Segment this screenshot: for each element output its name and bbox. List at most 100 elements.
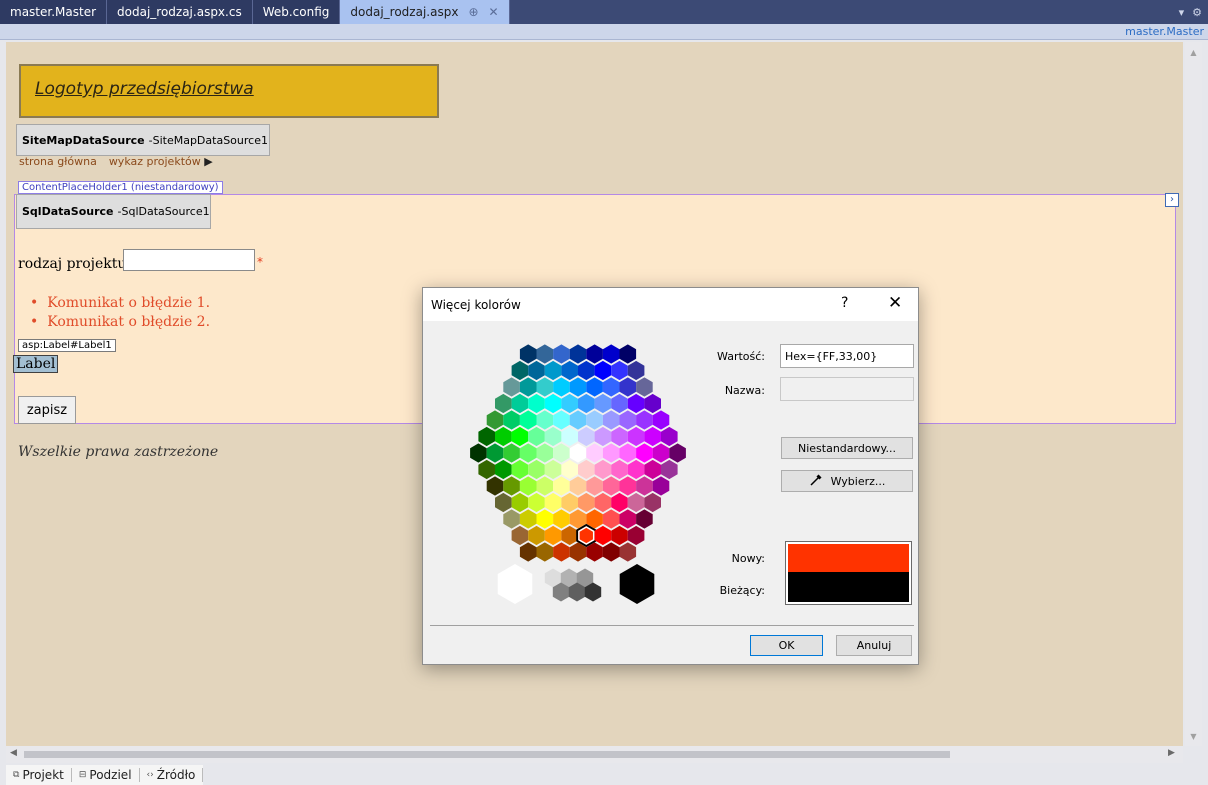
color-hex[interactable] — [536, 377, 554, 397]
color-hex[interactable] — [661, 426, 678, 447]
ok-button[interactable]: OK — [750, 635, 823, 656]
color-hex[interactable] — [528, 426, 545, 447]
color-hex[interactable] — [503, 509, 520, 529]
color-hex[interactable] — [594, 525, 612, 546]
color-hex[interactable] — [586, 377, 603, 397]
logo-banner[interactable]: Logotyp przedsiębiorstwa — [19, 64, 439, 118]
color-hex[interactable] — [636, 443, 653, 463]
color-hex[interactable] — [652, 476, 670, 496]
project-type-input[interactable] — [123, 249, 255, 271]
color-hex[interactable] — [503, 476, 520, 496]
color-hex[interactable] — [495, 393, 512, 414]
color-hex[interactable] — [594, 360, 612, 381]
color-hex[interactable] — [611, 393, 628, 414]
color-hex[interactable] — [569, 344, 587, 364]
label-control[interactable]: Label — [13, 355, 59, 373]
color-hex[interactable] — [519, 377, 537, 397]
color-hex[interactable] — [619, 476, 637, 496]
scroll-down-icon[interactable]: ▼ — [1185, 732, 1202, 744]
color-hex[interactable] — [536, 542, 554, 562]
color-hex[interactable] — [528, 525, 545, 546]
color-hex[interactable] — [544, 426, 562, 447]
color-hex[interactable] — [644, 492, 661, 513]
color-hex[interactable] — [619, 443, 637, 463]
color-hex[interactable] — [602, 542, 620, 562]
color-hex[interactable] — [478, 426, 495, 447]
color-hex[interactable] — [561, 426, 578, 447]
color-hex[interactable] — [578, 492, 595, 513]
color-hex[interactable] — [553, 542, 570, 562]
tab-design[interactable]: ⧉ Projekt — [6, 768, 72, 782]
color-hex[interactable] — [511, 360, 529, 381]
color-hex[interactable] — [627, 360, 645, 381]
tab-dodaj-rodzaj-aspx[interactable]: dodaj_rodzaj.aspx ⊕ ✕ — [340, 0, 510, 24]
color-hex[interactable] — [636, 410, 653, 430]
color-hex[interactable] — [586, 344, 603, 364]
color-hex[interactable] — [627, 393, 645, 414]
scroll-thumb[interactable] — [24, 751, 950, 758]
color-hex[interactable] — [519, 443, 537, 463]
color-hex[interactable] — [528, 360, 545, 381]
color-hex[interactable] — [511, 525, 529, 546]
color-hex[interactable] — [611, 492, 628, 513]
color-hex[interactable] — [536, 476, 554, 496]
color-hex[interactable] — [495, 492, 512, 513]
color-hex[interactable] — [611, 360, 628, 381]
color-hex[interactable] — [669, 443, 686, 463]
color-hex[interactable] — [519, 344, 537, 364]
sitemap-item[interactable]: wykaz projektów ▶ — [109, 155, 213, 168]
color-hex[interactable] — [619, 344, 637, 364]
color-hex[interactable] — [578, 393, 595, 414]
color-hex[interactable] — [536, 344, 554, 364]
scroll-left-icon[interactable]: ◀ — [10, 748, 17, 758]
color-hex[interactable] — [602, 410, 620, 430]
color-hex[interactable] — [544, 360, 562, 381]
color-hex[interactable] — [503, 377, 520, 397]
color-hex[interactable] — [611, 459, 628, 480]
color-hex[interactable] — [561, 492, 578, 513]
white-hex[interactable] — [497, 564, 533, 604]
color-hex[interactable] — [486, 410, 504, 430]
color-hex[interactable] — [619, 509, 637, 529]
color-hex[interactable] — [561, 459, 578, 480]
cancel-button[interactable]: Anuluj — [836, 635, 912, 656]
color-hex[interactable] — [602, 509, 620, 529]
color-hex[interactable] — [619, 377, 637, 397]
color-hex[interactable] — [528, 459, 545, 480]
color-hex[interactable] — [569, 410, 587, 430]
color-hex[interactable] — [536, 410, 554, 430]
color-hex[interactable] — [544, 492, 562, 513]
color-hex[interactable] — [611, 525, 628, 546]
color-hex[interactable] — [519, 542, 537, 562]
color-hex[interactable] — [553, 410, 570, 430]
color-hex[interactable] — [586, 443, 603, 463]
color-hex[interactable] — [544, 459, 562, 480]
color-hex[interactable] — [627, 525, 645, 546]
save-button[interactable]: zapisz — [18, 396, 76, 424]
color-hex[interactable] — [495, 426, 512, 447]
tab-master-master[interactable]: master.Master — [0, 0, 108, 24]
color-hex[interactable] — [553, 344, 570, 364]
color-hex[interactable] — [586, 410, 603, 430]
color-hex[interactable] — [519, 410, 537, 430]
content-placeholder-label[interactable]: ContentPlaceHolder1 (niestandardowy) — [18, 181, 223, 194]
color-hex[interactable] — [536, 443, 554, 463]
color-hex[interactable] — [652, 410, 670, 430]
master-page-name[interactable]: master.Master — [1125, 25, 1204, 38]
smart-tag-arrow-icon[interactable]: › — [1165, 193, 1179, 207]
color-hex[interactable] — [519, 509, 537, 529]
color-hex[interactable] — [602, 476, 620, 496]
color-hex[interactable] — [561, 393, 578, 414]
value-input[interactable] — [780, 344, 914, 368]
scroll-right-icon[interactable]: ▶ — [1168, 748, 1175, 758]
color-hex[interactable] — [503, 410, 520, 430]
color-hex[interactable] — [553, 476, 570, 496]
color-hex[interactable] — [644, 426, 661, 447]
gear-icon[interactable]: ⚙ — [1192, 6, 1202, 19]
color-hex[interactable] — [594, 393, 612, 414]
tab-source[interactable]: ‹› Źródło — [140, 768, 204, 782]
tab-split[interactable]: ⊟ Podziel — [72, 768, 140, 782]
color-hex[interactable] — [652, 443, 670, 463]
color-hex[interactable] — [470, 443, 487, 463]
color-hex[interactable] — [619, 410, 637, 430]
